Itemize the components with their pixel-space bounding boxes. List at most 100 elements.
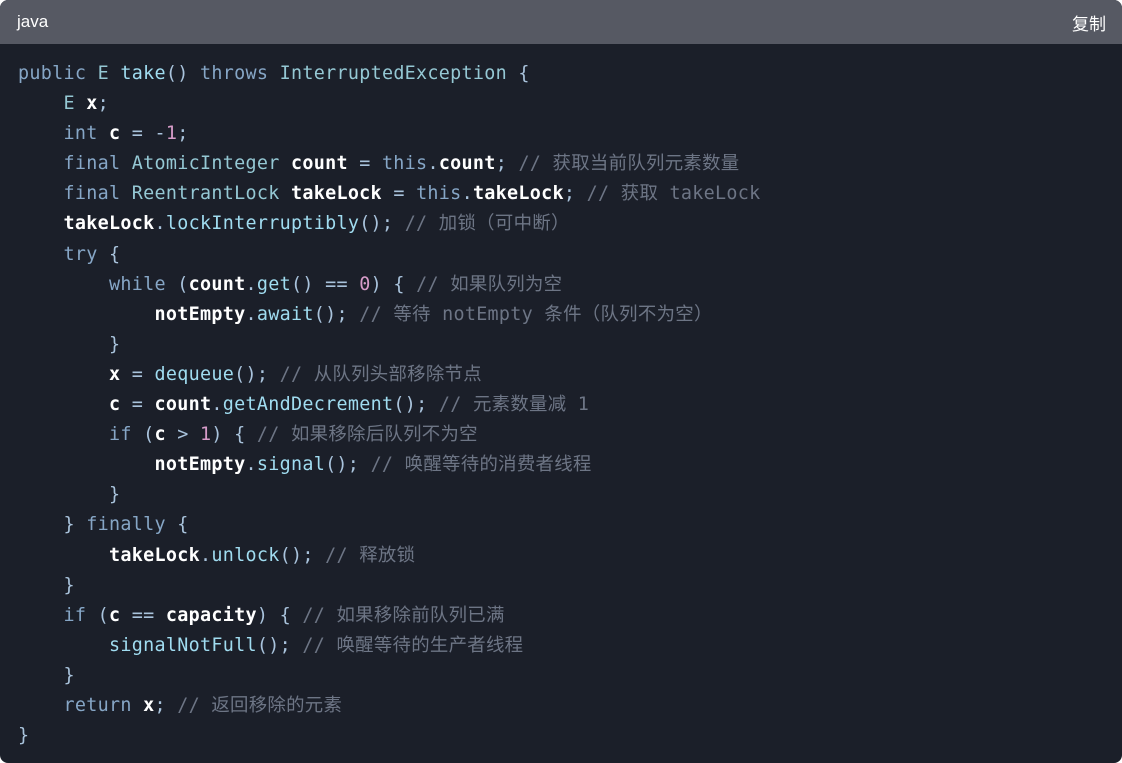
code-token: finally <box>86 514 178 536</box>
code-token: ) { <box>256 604 303 626</box>
code-comment: // 加锁（可中断） <box>404 213 570 235</box>
code-token: { <box>177 514 189 536</box>
code-comment: // 如果移除后队列不为空 <box>256 424 478 446</box>
code-token: = <box>131 394 155 416</box>
code-comment: // 释放锁 <box>325 544 416 566</box>
code-token: 1 <box>199 424 212 446</box>
code-body: public E take() throws InterruptedExcept… <box>0 44 1122 751</box>
code-token: ; <box>563 183 587 205</box>
code-token: E <box>97 63 121 84</box>
code-token: (); <box>256 634 303 656</box>
code-token: = <box>131 363 155 385</box>
code-token: count <box>290 153 360 175</box>
code-token: return <box>18 694 144 716</box>
code-line: if (c == capacity) { // 如果移除前队列已满 <box>18 601 1122 631</box>
code-token: ) { <box>370 273 417 295</box>
code-token: if <box>18 604 98 626</box>
code-line: } finally { <box>18 510 1122 540</box>
code-token: 0 <box>359 273 371 295</box>
code-token: notEmpty <box>154 454 246 476</box>
code-token: } <box>18 725 30 747</box>
code-token: throws <box>199 63 280 84</box>
code-line: } <box>18 571 1122 601</box>
code-token: = - <box>131 123 166 145</box>
code-token: InterruptedException <box>279 63 519 84</box>
code-token: (); <box>313 303 360 325</box>
code-token: final <box>18 183 132 205</box>
code-token: E <box>63 93 87 115</box>
code-token: . <box>211 394 223 416</box>
code-token: count <box>438 153 496 175</box>
code-token: await <box>256 303 314 325</box>
code-token: takeLock <box>108 544 200 566</box>
code-comment: // 等待 notEmpty 条件（队列不为空） <box>359 303 713 325</box>
code-token: c <box>154 424 178 446</box>
code-token: ReentrantLock <box>131 183 291 205</box>
code-token: this <box>416 183 462 205</box>
code-line: while (count.get() == 0) { // 如果队列为空 <box>18 270 1122 300</box>
code-line: return x; // 返回移除的元素 <box>18 691 1122 721</box>
code-token: ; <box>177 123 189 145</box>
code-line: x = dequeue(); // 从队列头部移除节点 <box>18 360 1122 390</box>
code-token: count <box>188 273 246 295</box>
code-token: ; <box>154 694 178 716</box>
code-comment: // 获取当前队列元素数量 <box>518 153 740 175</box>
code-token: { <box>518 63 530 84</box>
code-block: java 复制 public E take() throws Interrupt… <box>0 0 1122 763</box>
code-line: } <box>18 330 1122 360</box>
code-line: E x; <box>18 89 1122 119</box>
code-token: . <box>245 273 257 295</box>
code-token: signal <box>256 454 326 476</box>
code-comment: // 唤醒等待的消费者线程 <box>370 454 592 476</box>
code-line: signalNotFull(); // 唤醒等待的生产者线程 <box>18 631 1122 661</box>
code-token: dequeue <box>154 363 235 385</box>
code-line: } <box>18 661 1122 691</box>
code-token: signalNotFull <box>108 634 257 656</box>
code-token: (); <box>359 213 405 235</box>
code-comment: // 如果队列为空 <box>416 273 563 295</box>
code-token: } <box>18 574 75 596</box>
code-token: take <box>120 63 166 84</box>
code-line: notEmpty.await(); // 等待 notEmpty 条件（队列不为… <box>18 300 1122 330</box>
code-token: ; <box>97 93 109 115</box>
code-token: } <box>18 664 75 686</box>
copy-button[interactable]: 复制 <box>1072 10 1106 35</box>
code-token: ( <box>143 424 155 446</box>
code-token: = <box>393 183 417 205</box>
code-token: x <box>108 363 132 385</box>
code-token: getAndDecrement <box>222 394 394 416</box>
code-token: ; <box>495 153 519 175</box>
code-token: int <box>18 123 109 145</box>
code-line: final AtomicInteger count = this.count; … <box>18 149 1122 179</box>
code-token: final <box>18 153 132 175</box>
code-token: takeLock <box>63 213 155 235</box>
code-token: c <box>108 123 132 145</box>
code-token: } <box>18 333 121 355</box>
code-token: c <box>108 604 132 626</box>
code-line: int c = -1; <box>18 119 1122 149</box>
code-token: takeLock <box>472 183 564 205</box>
code-comment: // 元素数量减 1 <box>438 394 590 416</box>
code-token: while <box>18 273 178 295</box>
code-line: takeLock.unlock(); // 释放锁 <box>18 541 1122 571</box>
code-token: () <box>165 63 200 84</box>
code-comment: // 返回移除的元素 <box>177 694 343 716</box>
code-token: . <box>427 153 439 175</box>
code-token: . <box>245 303 257 325</box>
code-token: c <box>108 394 132 416</box>
code-line: if (c > 1) { // 如果移除后队列不为空 <box>18 420 1122 450</box>
code-token: . <box>245 454 257 476</box>
code-token: (); <box>393 394 439 416</box>
code-line: try { <box>18 240 1122 270</box>
code-token: () == <box>290 273 360 295</box>
code-token: } <box>18 484 121 506</box>
code-line: c = count.getAndDecrement(); // 元素数量减 1 <box>18 390 1122 420</box>
code-token: (); <box>234 363 280 385</box>
code-line: public E take() throws InterruptedExcept… <box>18 59 1122 89</box>
code-token: (); <box>325 454 371 476</box>
